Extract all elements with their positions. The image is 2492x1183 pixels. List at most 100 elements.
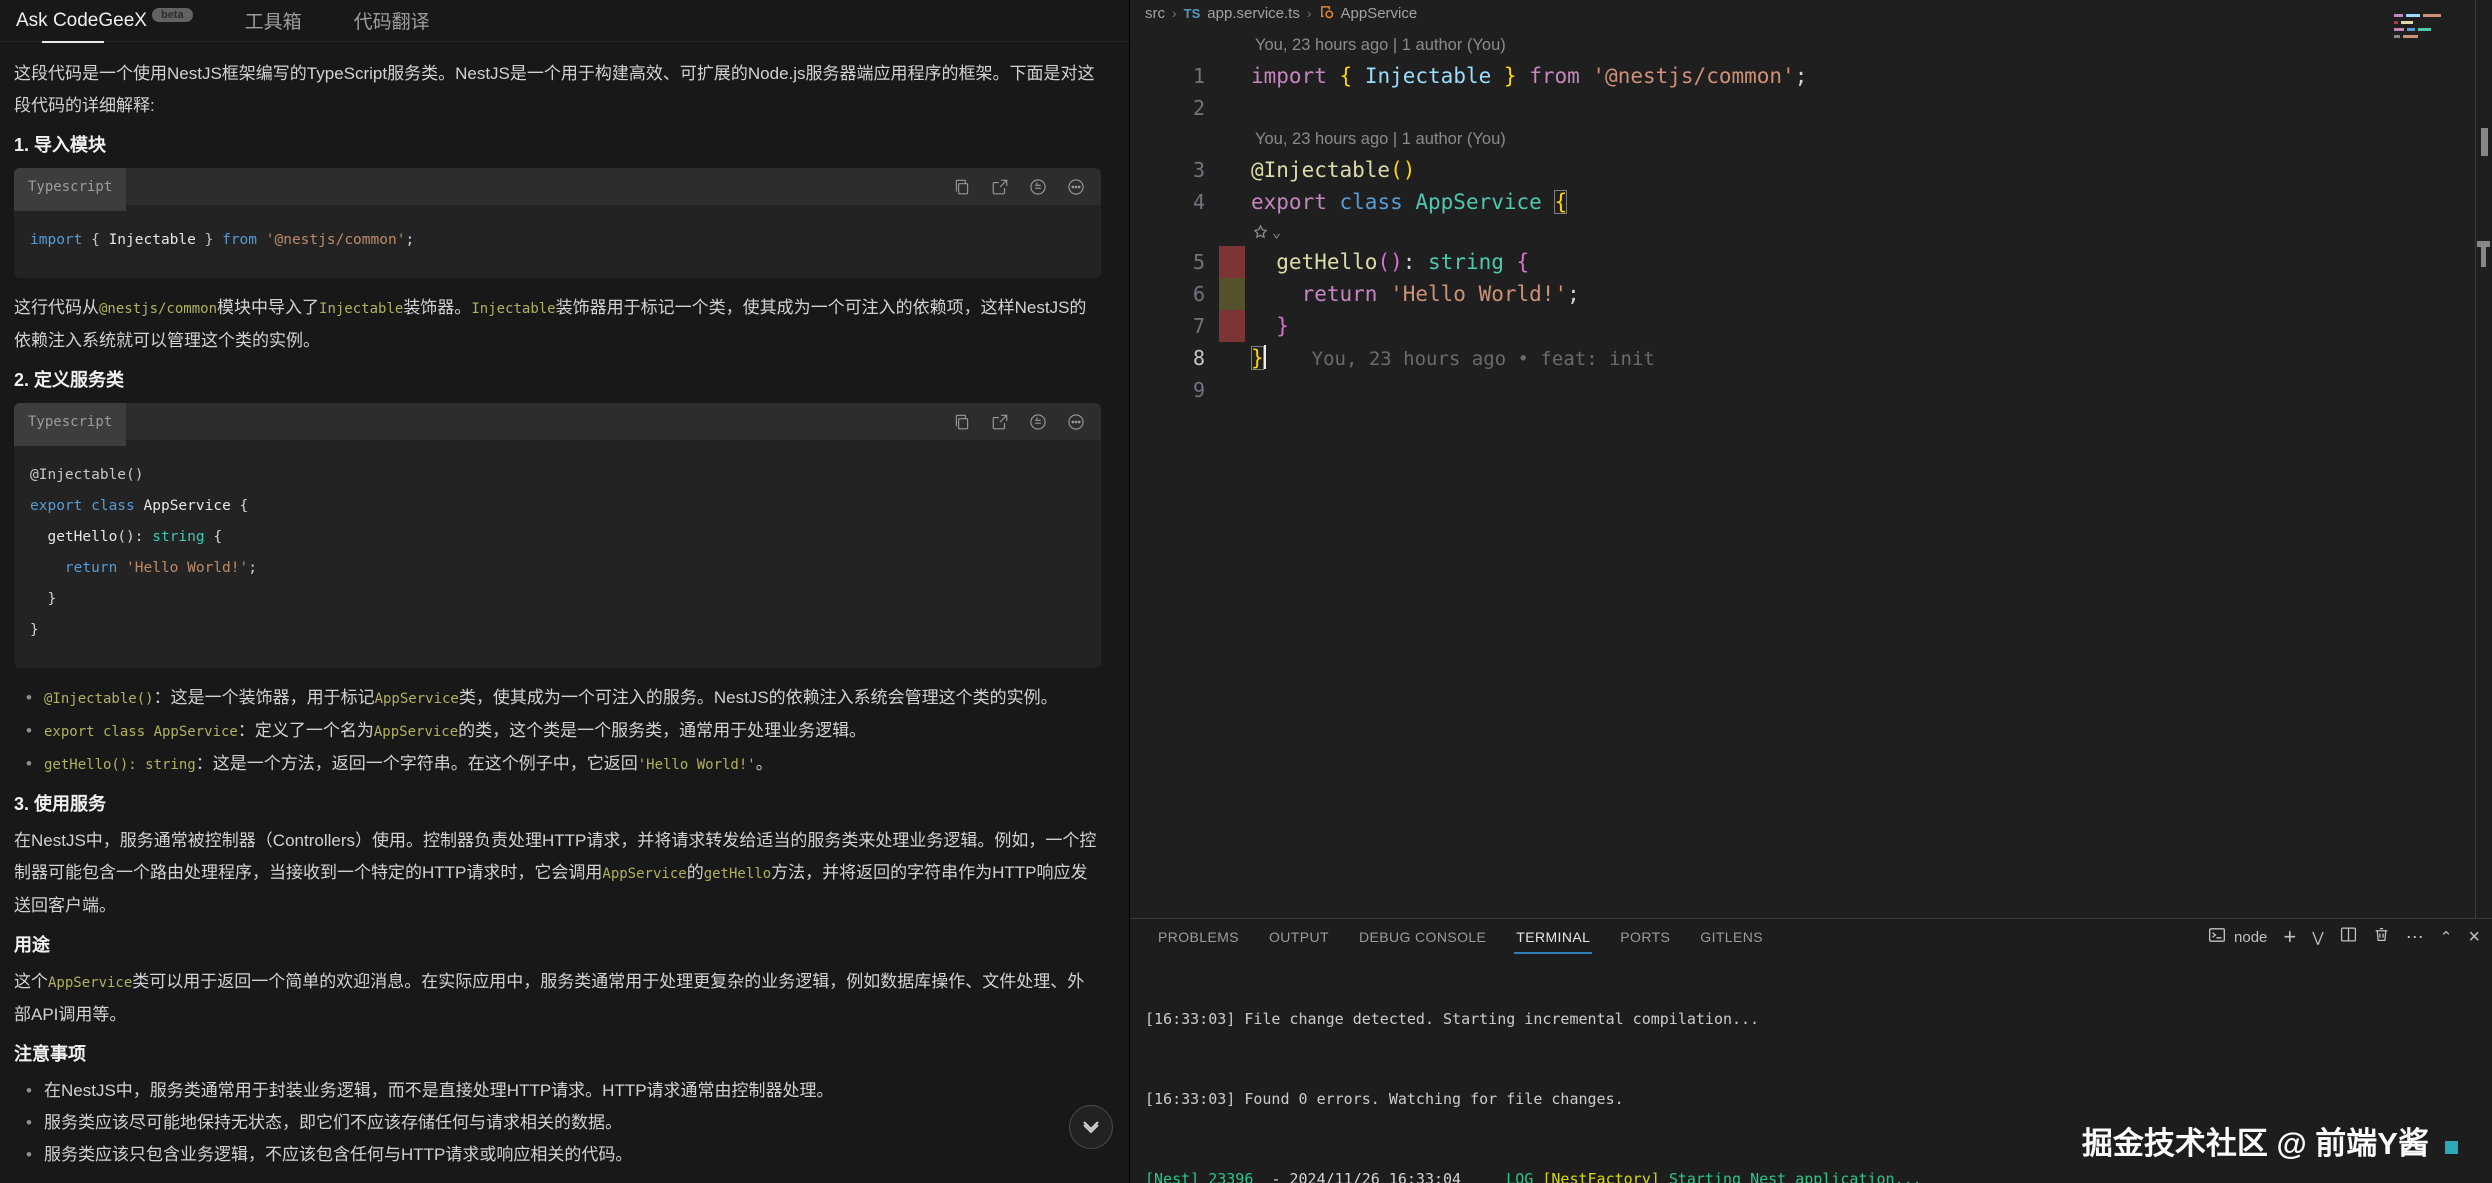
tab-ask-codegeex[interactable]: Ask CodeGeeX beta: [16, 10, 193, 32]
code-block-header: Typescript: [14, 168, 1101, 205]
code-editor[interactable]: You, 23 hours ago | 1 author (You) 1impo…: [1131, 24, 2492, 406]
more-actions-icon[interactable]: [1067, 178, 1085, 196]
breadcrumb-folder[interactable]: src: [1145, 5, 1165, 22]
notes-bullets: 在NestJS中，服务类通常用于封装业务逻辑，而不是直接处理HTTP请求。HTT…: [14, 1075, 1101, 1171]
scroll-to-bottom-button[interactable]: [1069, 1105, 1113, 1149]
line-number: 3: [1131, 154, 1205, 186]
text: 的: [687, 863, 704, 882]
tab-ask-codegeex-label: Ask CodeGeeX: [16, 10, 147, 31]
code-line-7: 7 }: [1131, 310, 2492, 342]
inline-code: Injectable: [471, 301, 555, 317]
codelens-blame[interactable]: You, 23 hours ago | 1 author (You): [1131, 30, 2492, 60]
breadcrumb-file[interactable]: app.service.ts: [1207, 5, 1300, 22]
code-token: 'Hello World!': [126, 560, 248, 576]
section-heading-2: 2. 定义服务类: [14, 365, 1101, 395]
code-line-1: 1import { Injectable } from '@nestjs/com…: [1131, 60, 2492, 92]
line-number: 2: [1131, 92, 1205, 124]
code-token: (): [1377, 250, 1402, 274]
code-token: Injectable: [1365, 64, 1491, 88]
terminal-shell-label[interactable]: node: [2234, 929, 2267, 946]
code-token: string: [152, 529, 213, 545]
new-terminal-icon[interactable]: +: [2283, 926, 2296, 948]
bullet-item: @Injectable()：这是一个装饰器，用于标记AppService类，使其…: [14, 682, 1101, 715]
more-actions-icon[interactable]: ⋯: [2406, 927, 2424, 948]
tab-terminal[interactable]: TERMINAL: [1516, 919, 1590, 955]
tab-gitlens[interactable]: GITLENS: [1700, 919, 1763, 955]
tab-toolbox[interactable]: 工具箱: [245, 7, 302, 34]
close-panel-icon[interactable]: ×: [2468, 926, 2480, 949]
code-token: class: [1340, 190, 1416, 214]
inline-code: AppService: [375, 691, 459, 707]
insert-code-icon[interactable]: [991, 413, 1009, 431]
inline-code: getHello(): string: [44, 757, 196, 773]
inline-code: Injectable: [319, 301, 403, 317]
tab-debug-console[interactable]: DEBUG CONSOLE: [1359, 919, 1486, 955]
copy-icon[interactable]: [953, 178, 971, 196]
code-token: (): [1390, 158, 1415, 182]
code-token: }: [1491, 64, 1516, 88]
code-line-2: 2: [1131, 92, 2492, 124]
code-token: {: [240, 498, 249, 514]
text: 这行代码从: [14, 298, 99, 317]
split-terminal-icon[interactable]: [2340, 926, 2357, 948]
terminal-line: [16:33:03] Found 0 errors. Watching for …: [1145, 1089, 2492, 1109]
new-file-icon[interactable]: [1029, 413, 1047, 431]
bullet-item: export class AppService：定义了一个名为AppServic…: [14, 715, 1101, 748]
codegeex-inline-action[interactable]: ⌄: [1131, 218, 2492, 246]
code-block-body: @Injectable() export class AppService { …: [14, 440, 1101, 668]
terminal-dropdown-icon[interactable]: ⋁: [2312, 929, 2323, 946]
tab-code-translate[interactable]: 代码翻译: [354, 7, 430, 34]
tab-ports[interactable]: PORTS: [1620, 919, 1670, 955]
code-token: ;: [1567, 282, 1580, 306]
code-line: }: [30, 622, 39, 638]
text: 这个: [14, 972, 48, 991]
code-token: {: [1340, 64, 1365, 88]
code-token: {: [1517, 250, 1530, 274]
changed-lines-gutter: [1219, 278, 1245, 310]
section-heading-1: 1. 导入模块: [14, 130, 1101, 160]
code-token: return: [30, 560, 126, 576]
bullet-item: getHello(): string：这是一个方法，返回一个字符串。在这个例子中…: [14, 748, 1101, 781]
chevron-down-icon: [1082, 1123, 1100, 1134]
new-file-icon[interactable]: [1029, 178, 1047, 196]
code-token: }: [196, 232, 222, 248]
code-block-body: import { Injectable } from '@nestjs/comm…: [14, 205, 1101, 278]
code-token: ;: [1795, 64, 1808, 88]
beta-badge: beta: [152, 8, 193, 22]
maximize-panel-icon[interactable]: ⌃: [2440, 928, 2453, 946]
text: 类可以用于返回一个简单的欢迎消息。在实际应用中，服务类通常用于处理更复杂的业务逻…: [14, 972, 1084, 1024]
code-token: {: [91, 232, 108, 248]
answer-summary: 总的来说，这段代码展示了如何在NestJS框架中定义一个简单的服务类，并使用In…: [14, 1179, 1101, 1183]
terminal-line: [16:33:03] File change detected. Startin…: [1145, 1009, 2492, 1029]
insert-code-icon[interactable]: [991, 178, 1009, 196]
tab-output[interactable]: OUTPUT: [1269, 919, 1329, 955]
changed-lines-gutter: [1219, 310, 1245, 342]
bullet-item: 服务类应该尽可能地保持无状态，即它们不应该存储任何与请求相关的数据。: [14, 1107, 1101, 1139]
codegeex-icon: [1253, 225, 1268, 240]
line-number: 5: [1131, 246, 1205, 278]
breadcrumb: src › TS app.service.ts › AppService: [1131, 0, 2492, 24]
text: ：定义了一个名为: [238, 721, 374, 740]
text: 类，使其成为一个可注入的服务。NestJS的依赖注入系统会管理这个类的实例。: [459, 688, 1058, 707]
code-token: }: [1251, 346, 1264, 370]
code-token: import: [30, 232, 91, 248]
inline-code: AppService: [374, 724, 458, 740]
section-heading-3: 3. 使用服务: [14, 789, 1101, 819]
code-block-service: Typescript @Injectable() export class Ap…: [14, 403, 1101, 668]
answer-paragraph: 在NestJS中，服务通常被控制器（Controllers）使用。控制器负责处理…: [14, 825, 1101, 922]
code-line-3: 3@Injectable(): [1131, 154, 2492, 186]
more-actions-icon[interactable]: [1067, 413, 1085, 431]
codelens-blame[interactable]: You, 23 hours ago | 1 author (You): [1131, 124, 2492, 154]
minimap[interactable]: [2394, 14, 2464, 42]
tab-problems[interactable]: PROBLEMS: [1158, 919, 1239, 955]
kill-terminal-icon[interactable]: [2373, 926, 2390, 948]
inline-code: @Injectable(): [44, 691, 154, 707]
copy-icon[interactable]: [953, 413, 971, 431]
watermark: 掘金技术社区 @ 前端Y酱: [2082, 1118, 2458, 1163]
inline-code: AppService: [602, 866, 686, 882]
changed-lines-gutter: [1219, 246, 1245, 278]
breadcrumb-symbol[interactable]: AppService: [1341, 5, 1418, 22]
code-token: from: [222, 232, 266, 248]
answer-paragraph: 这个AppService类可以用于返回一个简单的欢迎消息。在实际应用中，服务类通…: [14, 966, 1101, 1031]
code-token: 'Hello World!': [1390, 282, 1567, 306]
